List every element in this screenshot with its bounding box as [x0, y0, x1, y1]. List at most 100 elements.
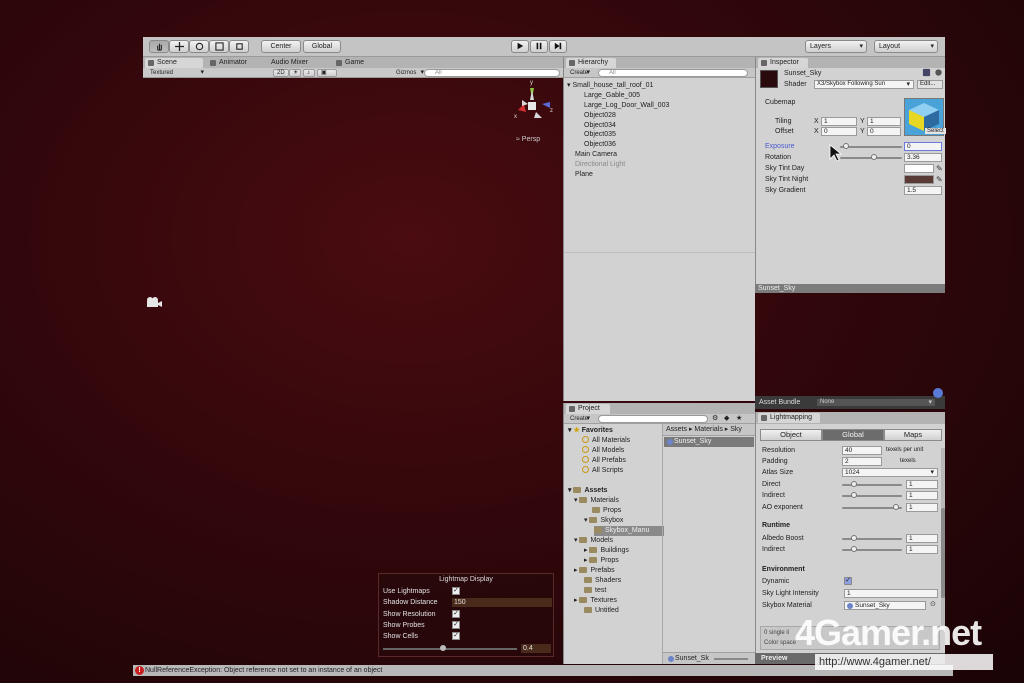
lightmap-display-slider-thumb[interactable] — [440, 645, 447, 651]
tab-game[interactable]: Game — [333, 58, 379, 68]
runtime-indirect-slider-thumb[interactable] — [851, 546, 857, 552]
material-preview-bar[interactable]: Sunset_Sky — [755, 284, 945, 293]
folder-item[interactable]: Untitled — [584, 606, 619, 616]
hierarchy-item[interactable]: Main Camera — [564, 150, 755, 160]
folder-item[interactable]: ▸ Prefabs — [574, 566, 615, 576]
ao-exponent-slider-thumb[interactable] — [893, 504, 899, 510]
select-texture-button[interactable]: Select — [925, 128, 946, 134]
lightmapping-tab-object[interactable]: Object — [760, 429, 822, 441]
exposure-slider[interactable] — [840, 146, 902, 148]
breadcrumb-item[interactable]: Sky — [730, 426, 742, 433]
atlas-size-dropdown[interactable]: 1024 — [842, 468, 938, 477]
pause-button[interactable] — [530, 40, 548, 53]
albedo-boost-field[interactable]: 1 — [906, 534, 938, 543]
folder-item[interactable]: ▸ Textures — [574, 596, 617, 606]
eyedropper-icon[interactable]: ✎ — [936, 175, 943, 184]
rotate-tool-button[interactable] — [189, 40, 209, 53]
folder-item[interactable]: ▸ Props — [584, 556, 619, 566]
play-button[interactable] — [511, 40, 529, 53]
object-picker-icon[interactable]: ⊙ — [930, 600, 936, 608]
folder-item-selected[interactable]: Skybox_Manu — [594, 526, 664, 536]
show-probes-checkbox[interactable]: ✓ — [452, 621, 460, 629]
hierarchy-item[interactable]: Directional Light — [564, 160, 755, 170]
project-splitter[interactable] — [662, 424, 663, 664]
rect-tool-button[interactable] — [229, 40, 249, 53]
favorite-item[interactable]: All Materials — [582, 436, 630, 446]
persp-label[interactable]: ≈ Persp — [516, 136, 540, 143]
folder-item[interactable]: ▾ Materials — [574, 496, 619, 506]
favorite-item[interactable]: All Models — [582, 446, 624, 456]
tab-scene[interactable]: Scene — [145, 58, 203, 68]
audio-toggle[interactable]: ♪ — [303, 69, 315, 77]
indirect-field[interactable]: 1 — [906, 491, 938, 500]
show-resolution-checkbox[interactable]: ✓ — [452, 610, 460, 618]
tab-hierarchy[interactable]: Hierarchy — [566, 58, 616, 68]
project-create-dropdown[interactable]: Create — [567, 415, 593, 423]
sky-light-intensity-field[interactable]: 1 — [844, 589, 938, 598]
show-cells-checkbox[interactable]: ✓ — [452, 632, 460, 640]
rotation-slider-thumb[interactable] — [871, 154, 878, 160]
lightmapping-tab-global[interactable]: Global — [822, 429, 884, 441]
offset-x-field[interactable]: 0 — [821, 127, 857, 136]
hierarchy-item[interactable]: Large_Log_Door_Wall_003 — [564, 101, 755, 111]
2d-toggle[interactable]: 2D — [273, 69, 289, 77]
hierarchy-item[interactable]: Object036 — [564, 140, 755, 150]
hierarchy-item[interactable]: Plane — [564, 170, 755, 180]
hierarchy-item[interactable]: Object035 — [564, 130, 755, 140]
tab-project[interactable]: Project — [566, 404, 610, 414]
tab-animator[interactable]: Animator — [207, 58, 263, 68]
settings-gear-icon[interactable] — [934, 68, 944, 77]
eyedropper-icon[interactable]: ✎ — [936, 164, 943, 173]
pivot-center-toggle[interactable]: Center — [261, 40, 301, 53]
ao-exponent-field[interactable]: 1 — [906, 503, 938, 512]
scale-tool-button[interactable] — [209, 40, 229, 53]
tab-audio-mixer[interactable]: Audio Mixer — [269, 58, 327, 68]
tiling-y-field[interactable]: 1 — [867, 117, 901, 126]
favorite-star-icon[interactable]: ★ — [736, 414, 742, 422]
layers-dropdown[interactable]: Layers — [805, 40, 867, 53]
tiling-x-field[interactable]: 1 — [821, 117, 857, 126]
folder-item[interactable]: Props — [592, 506, 621, 516]
use-lightmaps-checkbox[interactable]: ✓ — [452, 587, 460, 595]
resolution-field[interactable]: 40 — [842, 446, 882, 455]
shader-dropdown[interactable]: X3/Skybox Following Sun — [814, 80, 914, 89]
tab-inspector[interactable]: Inspector — [758, 58, 808, 68]
help-icon[interactable] — [922, 68, 932, 77]
hierarchy-item[interactable]: Large_Gable_005 — [564, 91, 755, 101]
lightmapping-scrollbar[interactable] — [941, 448, 945, 628]
favorite-item[interactable]: All Prefabs — [582, 456, 626, 466]
breadcrumb-item[interactable]: Materials — [694, 426, 722, 433]
dynamic-checkbox[interactable]: ✓ — [844, 577, 852, 585]
hand-tool-button[interactable] — [149, 40, 169, 53]
lightmapping-scrollbar-thumb[interactable] — [941, 508, 945, 598]
assets-header[interactable]: ▾ Assets — [568, 486, 607, 496]
create-dropdown[interactable]: Create — [567, 69, 593, 77]
tab-lightmapping[interactable]: Lightmapping — [758, 413, 820, 423]
sky-tint-day-color[interactable] — [904, 164, 934, 173]
skybox-material-field[interactable]: Sunset_Sky — [844, 601, 926, 610]
offset-y-field[interactable]: 0 — [867, 127, 901, 136]
exposure-slider-thumb[interactable] — [843, 143, 850, 149]
shading-mode-dropdown[interactable]: Textured — [147, 69, 207, 77]
hierarchy-item[interactable]: Object034 — [564, 121, 755, 131]
albedo-boost-slider-thumb[interactable] — [851, 535, 857, 541]
lightmap-display-slider[interactable] — [383, 648, 517, 650]
shader-edit-button[interactable]: Edit... — [917, 80, 943, 89]
lighting-toggle[interactable]: ☀ — [289, 69, 301, 77]
hierarchy-item[interactable]: Object028 — [564, 111, 755, 121]
filter-label-icon[interactable]: ◆ — [724, 414, 729, 422]
step-button[interactable] — [549, 40, 567, 53]
folder-item[interactable]: Shaders — [584, 576, 621, 586]
folder-item[interactable]: ▸ Buildings — [584, 546, 629, 556]
padding-field[interactable]: 2 — [842, 457, 882, 466]
folder-item[interactable]: ▾ Skybox — [584, 516, 623, 526]
lightmapping-tab-maps[interactable]: Maps — [884, 429, 942, 441]
folder-item[interactable]: test — [584, 586, 606, 596]
scene-search-input[interactable]: All — [424, 69, 560, 77]
filter-type-icon[interactable]: ⚙ — [712, 414, 718, 422]
sky-gradient-field[interactable]: 1.5 — [904, 186, 942, 195]
cubemap-texture-slot[interactable]: Select — [904, 98, 946, 136]
shadow-distance-field[interactable]: 150 — [452, 598, 552, 607]
layout-dropdown[interactable]: Layout — [874, 40, 938, 53]
hierarchy-item[interactable]: ▾ Small_house_tall_roof_01 — [564, 81, 755, 91]
